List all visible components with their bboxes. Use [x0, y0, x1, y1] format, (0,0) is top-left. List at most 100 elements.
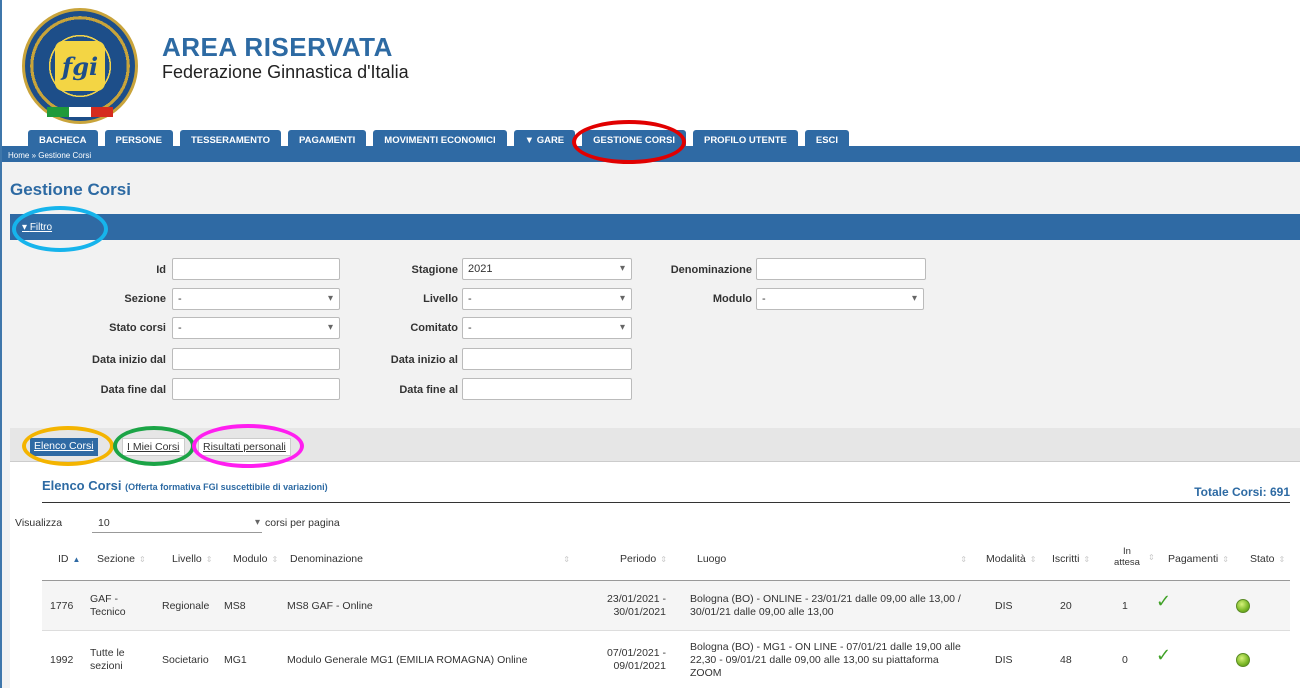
stagione-value: 2021	[468, 263, 493, 275]
col-denominazione-label: Denominazione	[290, 553, 363, 565]
cell-in-attesa: 0	[1122, 654, 1128, 666]
show-label: Visualizza	[15, 517, 63, 529]
sort-icon: ⇕	[660, 554, 667, 564]
cell-denominazione: Modulo Generale MG1 (EMILIA ROMAGNA) Onl…	[287, 654, 528, 666]
data-inizio-dal-label: Data inizio dal	[92, 354, 166, 366]
sort-icon: ⇕	[1278, 554, 1286, 564]
italian-flag-icon	[47, 107, 113, 117]
col-periodo-label: Periodo	[620, 553, 657, 565]
sezione-label: Sezione	[124, 293, 166, 305]
col-stato-label: Stato	[1250, 553, 1275, 565]
breadcrumb[interactable]: Home » Gestione Corsi	[8, 151, 91, 160]
comitato-value: -	[468, 322, 472, 334]
comitato-select[interactable]: -	[462, 317, 632, 339]
tab-esci[interactable]: ESCI	[804, 130, 850, 152]
sort-icon: ⇕	[271, 554, 279, 564]
col-denominazione[interactable]: Denominazione ⇕	[290, 553, 570, 565]
cell-livello: Regionale	[162, 600, 210, 612]
data-inizio-al-input[interactable]	[462, 348, 632, 370]
page-size-select[interactable]: 10	[92, 515, 262, 533]
col-stato[interactable]: Stato ⇕	[1250, 553, 1285, 565]
col-pagamenti-label: Pagamenti	[1168, 553, 1219, 565]
check-icon: ✓	[1156, 591, 1172, 611]
data-fine-al-input[interactable]	[462, 378, 632, 400]
status-green-icon	[1236, 599, 1250, 613]
col-livello[interactable]: Livello ⇕	[172, 553, 212, 565]
cell-sezione: Tutte le sezioni	[90, 647, 125, 672]
col-periodo[interactable]: Periodo ⇕	[620, 553, 667, 565]
table-row[interactable]: 1992 Tutte le sezioni Societario MG1 Mod…	[42, 632, 1290, 682]
col-modulo[interactable]: Modulo ⇕	[233, 553, 278, 565]
filter-toggle-label: Filtro	[29, 222, 53, 233]
data-inizio-dal-input[interactable]	[172, 348, 340, 370]
id-label: Id	[156, 264, 166, 276]
stato-corsi-select[interactable]: -	[172, 317, 340, 339]
cell-modalita: DIS	[995, 600, 1013, 612]
denominazione-input[interactable]	[756, 258, 926, 280]
sort-icon: ⇕	[1148, 552, 1155, 562]
data-fine-dal-input[interactable]	[172, 378, 340, 400]
data-fine-al-label: Data fine al	[399, 384, 458, 396]
tab-elenco-corsi[interactable]: Elenco Corsi	[30, 438, 98, 456]
sezione-select[interactable]: -	[172, 288, 340, 310]
tab-persone[interactable]: PERSONE	[104, 130, 173, 152]
cell-id: 1776	[50, 600, 74, 612]
filter-toggle[interactable]: ▾ Filtro	[22, 222, 52, 233]
per-page-label: corsi per pagina	[265, 517, 340, 529]
cell-in-attesa: 1	[1122, 600, 1128, 612]
cell-iscritti: 20	[1060, 600, 1072, 612]
tab-movimenti-economici[interactable]: MOVIMENTI ECONOMICI	[373, 130, 507, 152]
cell-luogo: Bologna (BO) - ONLINE - 23/01/21 dalle 0…	[690, 593, 961, 618]
tab-profilo-utente[interactable]: PROFILO UTENTE	[692, 130, 798, 152]
tab-gestione-corsi[interactable]: GESTIONE CORSI	[582, 130, 686, 152]
tab-bacheca[interactable]: BACHECA	[28, 130, 98, 152]
cell-periodo: 07/01/2021 - 09/01/2021	[607, 647, 666, 672]
tab-risultati-personali[interactable]: Risultati personali	[198, 438, 291, 456]
check-icon: ✓	[1156, 645, 1172, 665]
livello-value: -	[468, 293, 472, 305]
stagione-label: Stagione	[411, 264, 458, 276]
col-in-attesa[interactable]: In attesa ⇕	[1110, 546, 1155, 568]
col-sezione-label: Sezione	[97, 553, 135, 565]
livello-label: Livello	[423, 293, 458, 305]
id-input[interactable]	[172, 258, 340, 280]
sort-asc-icon: ▲	[72, 554, 81, 564]
main-nav: BACHECA PERSONE TESSERAMENTO PAGAMENTI M…	[2, 130, 1300, 152]
denominazione-label: Denominazione	[670, 264, 752, 276]
col-in-attesa-label: In attesa	[1114, 546, 1140, 568]
col-id-label: ID	[58, 553, 69, 565]
tab-miei-corsi[interactable]: I Miei Corsi	[122, 438, 185, 456]
col-modalita[interactable]: Modalità ⇕	[986, 553, 1036, 565]
tab-pagamenti[interactable]: PAGAMENTI	[287, 130, 367, 152]
cell-modalita: DIS	[995, 654, 1013, 666]
cell-sezione: GAF - Tecnico	[90, 593, 126, 618]
stato-corsi-label: Stato corsi	[109, 322, 166, 334]
tab-gare[interactable]: ▼ GARE	[513, 130, 576, 152]
livello-select[interactable]: -	[462, 288, 632, 310]
title-divider	[42, 502, 1290, 503]
fgi-logo[interactable]: fgi	[22, 8, 138, 124]
list-title: Elenco Corsi (Offerta formativa FGI susc…	[42, 478, 328, 493]
modulo-select[interactable]: -	[756, 288, 924, 310]
breadcrumb-bar	[2, 152, 1300, 162]
col-sezione[interactable]: Sezione ⇕	[97, 553, 146, 565]
col-luogo[interactable]: Luogo ⇕	[697, 553, 967, 565]
tab-tesseramento[interactable]: TESSERAMENTO	[179, 130, 281, 152]
col-luogo-label: Luogo	[697, 553, 727, 565]
table-row[interactable]: 1776 GAF - Tecnico Regionale MS8 MS8 GAF…	[42, 581, 1290, 631]
cell-modulo: MG1	[224, 654, 247, 666]
col-iscritti[interactable]: Iscritti ⇕	[1052, 553, 1090, 565]
col-livello-label: Livello	[172, 553, 202, 565]
col-pagamenti[interactable]: Pagamenti ⇕	[1168, 553, 1229, 565]
list-subtitle: (Offerta formativa FGI suscettibile di v…	[125, 482, 328, 492]
header-title: AREA RISERVATA	[162, 32, 393, 62]
logo-emblem: fgi	[55, 41, 105, 91]
sort-icon: ⇕	[1222, 554, 1229, 564]
comitato-label: Comitato	[410, 322, 458, 334]
col-id[interactable]: ID ▲	[58, 553, 80, 565]
stagione-select[interactable]: 2021	[462, 258, 632, 280]
page-size-value: 10	[98, 517, 110, 529]
cell-denominazione: MS8 GAF - Online	[287, 600, 373, 612]
modulo-value: -	[762, 293, 766, 305]
nav-tabs: BACHECA PERSONE TESSERAMENTO PAGAMENTI M…	[28, 130, 850, 152]
